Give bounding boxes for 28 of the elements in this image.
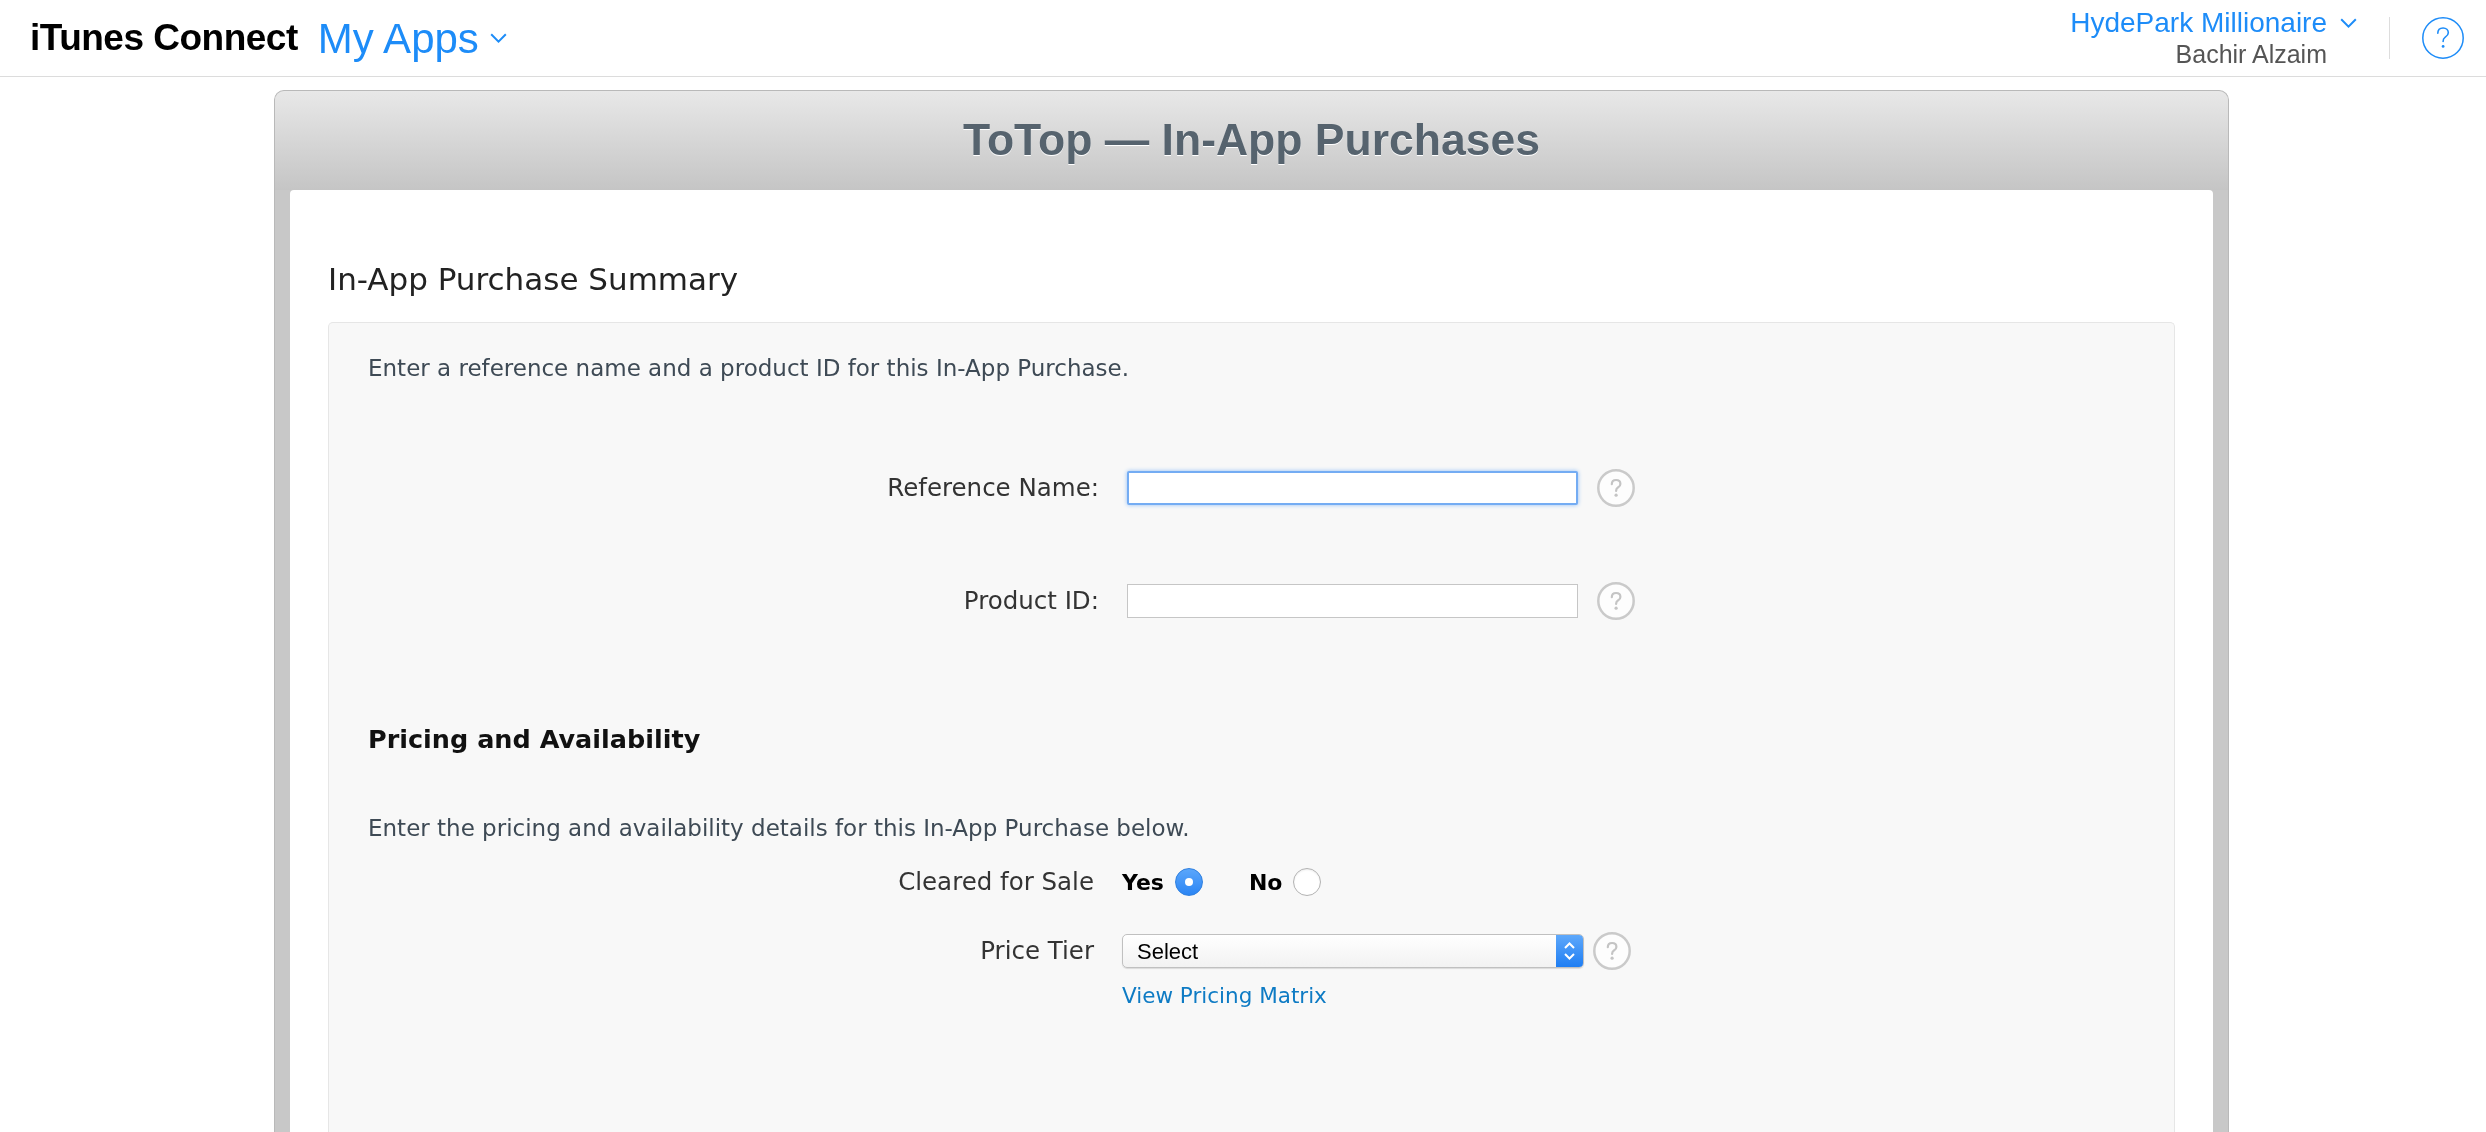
updown-arrows-icon [1556,935,1583,967]
app-menu[interactable]: My Apps [317,6,507,70]
section-heading: Pricing and Availability [368,723,702,755]
radio-label: No [1248,868,1283,897]
brand-title: iTunes Connect [30,16,298,61]
section-heading: In-App Purchase Summary [328,261,740,297]
chevron-down-icon [2340,18,2357,28]
field-label: Reference Name: [886,473,1099,503]
user-name: Bachir Alzaim [2175,39,2327,69]
field-label: Price Tier [979,936,1094,966]
help-icon[interactable] [2422,17,2464,59]
price-tier-select[interactable]: Select [1122,934,1584,968]
radio-button[interactable] [1174,868,1203,896]
help-icon[interactable] [1597,582,1635,620]
pricing-matrix-link[interactable]: View Pricing Matrix [1122,983,1327,1009]
section-description: Enter a reference name and a product ID for this In-App Purchase. [368,354,1131,383]
chevron-down-icon [489,33,507,43]
text-input[interactable] [1127,471,1578,505]
radio-button[interactable] [1293,868,1322,896]
page-title: ToTop — In-App Purchases [963,114,1540,167]
field-label: Cleared for Sale [897,867,1094,897]
account-menu[interactable]: HydePark Millionaire [2070,7,2357,39]
field-label: Product ID: [962,586,1099,616]
help-icon[interactable] [1593,932,1631,970]
section-description: Enter the pricing and availability details for this In-App Purchase below. [368,814,1191,843]
radio-label: Yes [1122,868,1164,897]
text-input[interactable] [1127,584,1578,618]
help-icon[interactable] [1597,469,1635,507]
